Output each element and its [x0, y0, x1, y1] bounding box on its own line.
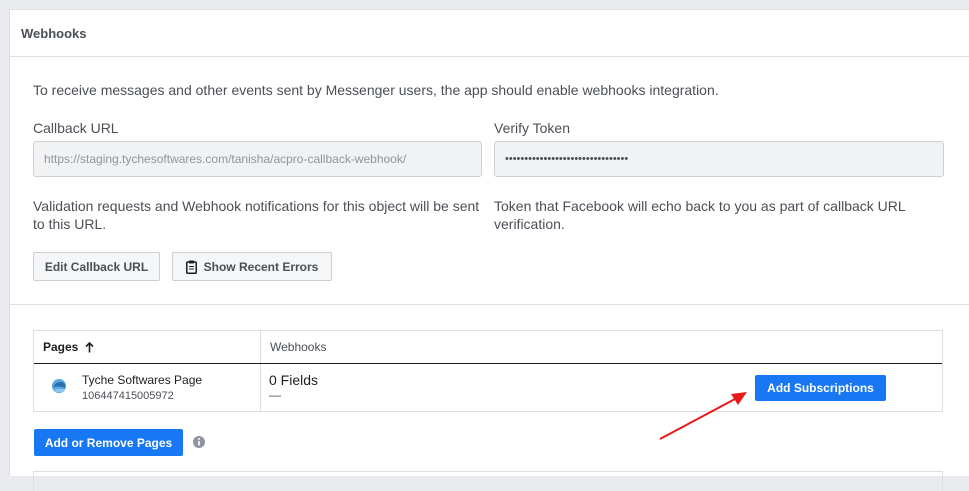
next-section-box	[33, 471, 943, 491]
callback-url-label: Callback URL	[33, 120, 119, 136]
column-header-pages-label: Pages	[43, 340, 79, 354]
arrow-up-icon	[85, 341, 94, 353]
add-or-remove-pages-button[interactable]: Add or Remove Pages	[34, 429, 183, 456]
callback-url-field[interactable]: https://staging.tychesoftwares.com/tanis…	[33, 141, 482, 177]
panel-title: Webhooks	[10, 10, 969, 57]
webhooks-cell: 0 Fields — Add Subscriptions	[261, 364, 942, 412]
column-header-pages[interactable]: Pages	[34, 331, 261, 363]
verify-token-field[interactable]: ••••••••••••••••••••••••••••••••	[494, 141, 944, 177]
clipboard-icon	[185, 260, 197, 274]
show-recent-errors-label: Show Recent Errors	[203, 259, 319, 274]
page-cell: Tyche Softwares Page 106447415005972	[34, 364, 261, 412]
page-name: Tyche Softwares Page	[82, 373, 203, 387]
show-recent-errors-button[interactable]: Show Recent Errors	[172, 252, 332, 281]
page-id: 106447415005972	[82, 390, 174, 402]
info-icon[interactable]	[193, 436, 205, 448]
column-header-webhooks: Webhooks	[270, 340, 327, 354]
verify-token-help: Token that Facebook will echo back to yo…	[494, 198, 906, 232]
fields-subtext: —	[269, 388, 281, 402]
table-header: Pages Webhooks	[34, 331, 942, 364]
verify-token-label: Verify Token	[494, 120, 571, 136]
fields-count: 0 Fields	[269, 372, 319, 388]
page-avatar	[50, 377, 68, 400]
edit-callback-url-button[interactable]: Edit Callback URL	[33, 252, 160, 281]
intro-text: To receive messages and other events sen…	[33, 82, 719, 98]
pages-table: Pages Webhooks Tyche Softwares Page 1064…	[33, 330, 943, 412]
webhooks-panel: Webhooks To receive messages and other e…	[9, 9, 969, 491]
callback-url-help: Validation requests and Webhook notifica…	[33, 198, 480, 232]
add-subscriptions-button[interactable]: Add Subscriptions	[755, 375, 886, 401]
table-row: Tyche Softwares Page 106447415005972 0 F…	[34, 364, 942, 412]
section-divider	[10, 304, 969, 305]
